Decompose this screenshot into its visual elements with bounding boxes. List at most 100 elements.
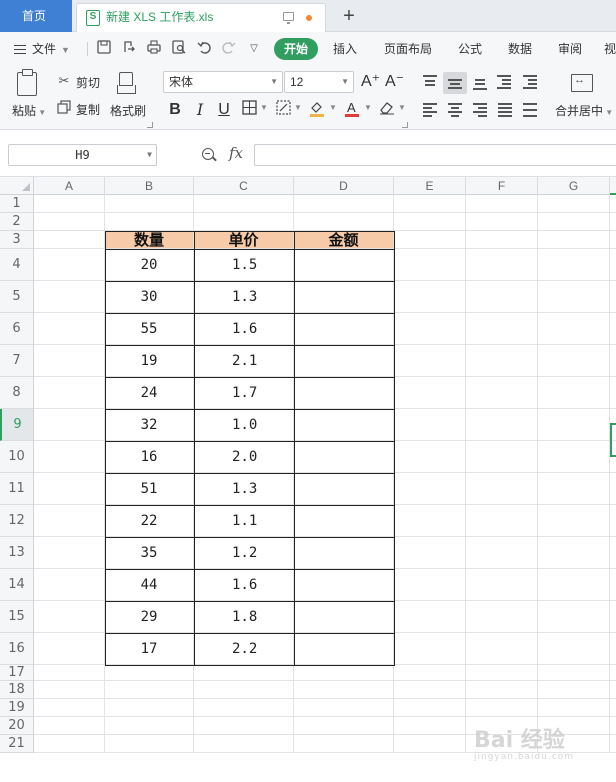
column-header-c[interactable]: C [194, 177, 294, 195]
cell[interactable] [34, 681, 105, 699]
table-data-cell[interactable] [294, 601, 394, 633]
cell[interactable] [394, 313, 466, 345]
row-header-17[interactable]: 17 [0, 665, 34, 681]
increase-font-size-button[interactable]: A⁺ [361, 72, 380, 92]
row-header-12[interactable]: 12 [0, 505, 34, 537]
cell[interactable] [194, 195, 294, 213]
cell[interactable] [394, 231, 466, 249]
underline-button[interactable]: U [215, 100, 233, 120]
row-header-4[interactable]: 4 [0, 249, 34, 281]
row-header-1[interactable]: 1 [0, 195, 34, 213]
cell[interactable] [538, 473, 610, 505]
cell[interactable] [610, 473, 616, 505]
align-right-icon[interactable] [471, 102, 489, 118]
decrease-font-size-button[interactable]: A⁻ [385, 72, 404, 92]
cell[interactable] [610, 569, 616, 601]
cell[interactable] [294, 735, 394, 753]
cell[interactable] [466, 505, 538, 537]
cell[interactable] [34, 601, 105, 633]
cell[interactable] [294, 195, 394, 213]
cell[interactable] [538, 537, 610, 569]
cell[interactable] [610, 313, 616, 345]
cell[interactable] [538, 195, 610, 213]
insert-function-button[interactable]: fx [229, 144, 243, 162]
cell[interactable] [466, 249, 538, 281]
cell[interactable] [394, 473, 466, 505]
cell[interactable] [34, 699, 105, 717]
row-header-13[interactable]: 13 [0, 537, 34, 569]
cell[interactable] [466, 213, 538, 231]
cell[interactable] [294, 717, 394, 735]
table-data-cell[interactable]: 30 [105, 281, 194, 313]
cell[interactable] [394, 735, 466, 753]
cell[interactable] [394, 633, 466, 665]
table-data-cell[interactable] [294, 537, 394, 569]
decrease-indent-icon[interactable] [495, 74, 513, 90]
cell[interactable] [34, 665, 105, 681]
table-data-cell[interactable]: 19 [105, 345, 194, 377]
row-header-10[interactable]: 10 [0, 441, 34, 473]
cell[interactable] [538, 231, 610, 249]
cell[interactable] [466, 633, 538, 665]
table-data-cell[interactable]: 35 [105, 537, 194, 569]
cell[interactable] [538, 345, 610, 377]
cell[interactable] [466, 601, 538, 633]
cut-button[interactable]: 剪切 [76, 74, 100, 91]
cell[interactable] [538, 665, 610, 681]
spreadsheet-grid[interactable]: A B C D E F G 1 2 3 数量 单价 金额 4 20 1.5 5 30 1.3 6 55 1.6 7 19 2.1… [0, 177, 616, 782]
cell[interactable] [610, 281, 616, 313]
table-data-cell[interactable]: 1.6 [194, 313, 294, 345]
cell[interactable] [394, 699, 466, 717]
cell[interactable] [105, 665, 194, 681]
customize-toolbar-icon[interactable]: ▽ [245, 40, 263, 58]
align-left-icon[interactable] [421, 102, 439, 118]
cell[interactable] [610, 213, 616, 231]
row-header-16[interactable]: 16 [0, 633, 34, 665]
font-dialog-launcher-icon[interactable] [402, 122, 408, 128]
table-data-cell[interactable] [294, 569, 394, 601]
export-icon[interactable] [120, 40, 138, 58]
row-header-2[interactable]: 2 [0, 213, 34, 231]
align-middle-icon[interactable] [443, 72, 467, 94]
table-data-cell[interactable] [294, 345, 394, 377]
undo-icon[interactable] [195, 40, 213, 58]
cell[interactable] [34, 633, 105, 665]
format-painter-button[interactable]: 格式刷 [110, 102, 146, 119]
font-name-select[interactable]: 宋体 ▼ [163, 71, 283, 93]
cell[interactable] [610, 537, 616, 569]
table-data-cell[interactable]: 22 [105, 505, 194, 537]
print-icon[interactable] [145, 40, 163, 58]
cell[interactable] [34, 345, 105, 377]
cell[interactable] [394, 249, 466, 281]
row-header-9[interactable]: 9 [0, 409, 34, 441]
cell[interactable] [394, 441, 466, 473]
cell[interactable] [610, 665, 616, 681]
scissors-icon[interactable]: ✂ [56, 73, 72, 89]
cell[interactable] [194, 735, 294, 753]
table-header-cell[interactable]: 金额 [294, 231, 394, 249]
row-header-8[interactable]: 8 [0, 377, 34, 409]
cell[interactable] [394, 681, 466, 699]
row-header-15[interactable]: 15 [0, 601, 34, 633]
cell[interactable] [466, 409, 538, 441]
tab-file-document[interactable]: S 新建 XLS 工作表.xls [76, 3, 326, 32]
cell[interactable] [34, 409, 105, 441]
table-data-cell[interactable]: 17 [105, 633, 194, 665]
table-data-cell[interactable] [294, 281, 394, 313]
cell[interactable] [466, 441, 538, 473]
cell[interactable] [466, 281, 538, 313]
tab-insert[interactable]: 插入 [333, 40, 357, 58]
table-data-cell[interactable] [294, 633, 394, 665]
cell[interactable] [294, 699, 394, 717]
cell[interactable] [394, 569, 466, 601]
chevron-down-icon[interactable]: ▼ [329, 103, 337, 112]
row-header-7[interactable]: 7 [0, 345, 34, 377]
file-menu-button[interactable]: 文件 ▼ [14, 40, 70, 58]
cell[interactable] [610, 505, 616, 537]
cell[interactable] [294, 665, 394, 681]
copy-icon[interactable] [56, 100, 72, 116]
cell[interactable] [538, 569, 610, 601]
paste-icon[interactable] [17, 69, 37, 96]
cell[interactable] [194, 665, 294, 681]
chevron-down-icon[interactable]: ▼ [260, 103, 268, 112]
